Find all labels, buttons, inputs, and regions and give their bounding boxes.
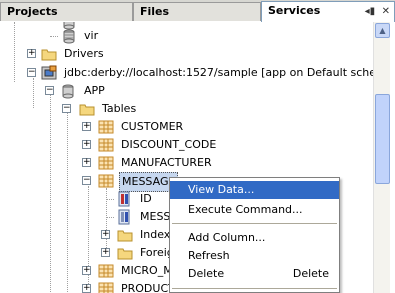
menu-item-label: Add Column... xyxy=(188,231,266,244)
menu-separator xyxy=(172,288,337,289)
tree-connector xyxy=(106,199,114,200)
menu-item-execute-command[interactable]: Execute Command... xyxy=(170,201,339,219)
tree-item-label: DISCOUNT_CODE xyxy=(121,138,217,151)
menu-item-view-data[interactable]: View Data... xyxy=(170,181,339,199)
tree-item-connection[interactable]: − jdbc:derby://localhost:1527/sample [ap… xyxy=(0,64,373,82)
tree-item-label: APP xyxy=(84,84,105,97)
menu-item-label: Refresh xyxy=(188,249,230,262)
tree-item-label: MANUFACTURER xyxy=(121,156,212,169)
column-icon xyxy=(118,209,130,225)
tree-connector xyxy=(106,217,114,218)
tree-item-label: Tables xyxy=(102,102,137,115)
close-icon[interactable]: ✕ xyxy=(382,6,390,17)
expand-icon[interactable]: + xyxy=(82,158,91,167)
expand-icon[interactable]: + xyxy=(27,49,36,58)
tab-files-label: Files xyxy=(140,5,170,18)
table-icon xyxy=(98,174,114,188)
tree-item-app[interactable]: − APP xyxy=(0,82,373,100)
table-icon xyxy=(98,264,114,278)
menu-separator xyxy=(172,223,337,224)
menu-item-refresh[interactable]: Refresh xyxy=(170,247,339,265)
tab-bar: Projects Files Services ◂▮ ✕ xyxy=(0,0,395,22)
minimize-window-icon[interactable]: ◂▮ xyxy=(365,6,376,17)
tree-item-manufacturer[interactable]: + MANUFACTURER xyxy=(0,154,373,172)
folder-icon xyxy=(41,49,57,61)
tree-item-label: vir xyxy=(84,29,99,42)
tree-item-discount-code[interactable]: + DISCOUNT_CODE xyxy=(0,136,373,154)
folder-icon xyxy=(117,248,133,260)
menu-item-label: Delete xyxy=(188,267,225,280)
table-icon xyxy=(98,120,114,134)
collapse-icon[interactable]: − xyxy=(27,68,36,77)
tree-item-vir[interactable]: vir xyxy=(0,27,373,45)
collapse-icon[interactable]: − xyxy=(82,176,91,185)
schema-icon xyxy=(62,84,74,99)
collapse-icon[interactable]: − xyxy=(62,104,71,113)
folder-icon xyxy=(117,230,133,242)
menu-item-add-column[interactable]: Add Column... xyxy=(170,229,339,247)
tree-item-label: PRODUCT xyxy=(121,282,175,293)
tab-services[interactable]: Services ◂▮ ✕ xyxy=(261,1,395,22)
tab-files[interactable]: Files xyxy=(133,2,261,21)
expand-icon[interactable]: + xyxy=(82,284,91,293)
folder-open-icon xyxy=(79,104,95,116)
connection-icon xyxy=(41,65,57,80)
expand-icon[interactable]: + xyxy=(82,122,91,131)
expand-icon[interactable]: + xyxy=(82,266,91,275)
tree-item-label: Drivers xyxy=(64,47,104,60)
collapse-icon[interactable]: − xyxy=(45,86,54,95)
database-icon xyxy=(63,29,75,44)
tree-item-label: MICRO_M xyxy=(121,264,173,277)
menu-item-shortcut: Delete xyxy=(292,267,329,280)
tree-item-label: ID xyxy=(140,192,152,205)
tree-item-drivers[interactable]: + Drivers xyxy=(0,45,373,63)
tree-item-customer[interactable]: + CUSTOMER xyxy=(0,118,373,136)
context-menu: View Data... Execute Command... Add Colu… xyxy=(169,177,340,293)
menu-item-label: Execute Command... xyxy=(188,203,303,216)
menu-item-delete[interactable]: Delete Delete xyxy=(170,265,339,283)
expand-icon[interactable]: + xyxy=(101,230,110,239)
table-icon xyxy=(98,156,114,170)
vertical-scrollbar[interactable]: ▲ xyxy=(373,22,390,293)
tab-projects-label: Projects xyxy=(7,5,58,18)
table-icon xyxy=(98,138,114,152)
tree-item-label: CUSTOMER xyxy=(121,120,184,133)
tree-item-label: jdbc:derby://localhost:1527/sample [app … xyxy=(64,66,373,79)
scrollbar-thumb[interactable] xyxy=(375,94,390,184)
tab-projects[interactable]: Projects xyxy=(0,2,133,21)
expand-icon[interactable]: + xyxy=(101,248,110,257)
table-icon xyxy=(98,282,114,293)
tree-item-tables[interactable]: − Tables xyxy=(0,100,373,118)
tree-connector xyxy=(50,36,58,37)
primary-key-column-icon xyxy=(118,191,130,207)
tab-controls: ◂▮ ✕ xyxy=(362,6,390,17)
tab-services-label: Services xyxy=(268,4,321,17)
menu-item-label: View Data... xyxy=(188,183,255,196)
expand-icon[interactable]: + xyxy=(82,140,91,149)
scroll-up-button[interactable]: ▲ xyxy=(375,23,390,38)
